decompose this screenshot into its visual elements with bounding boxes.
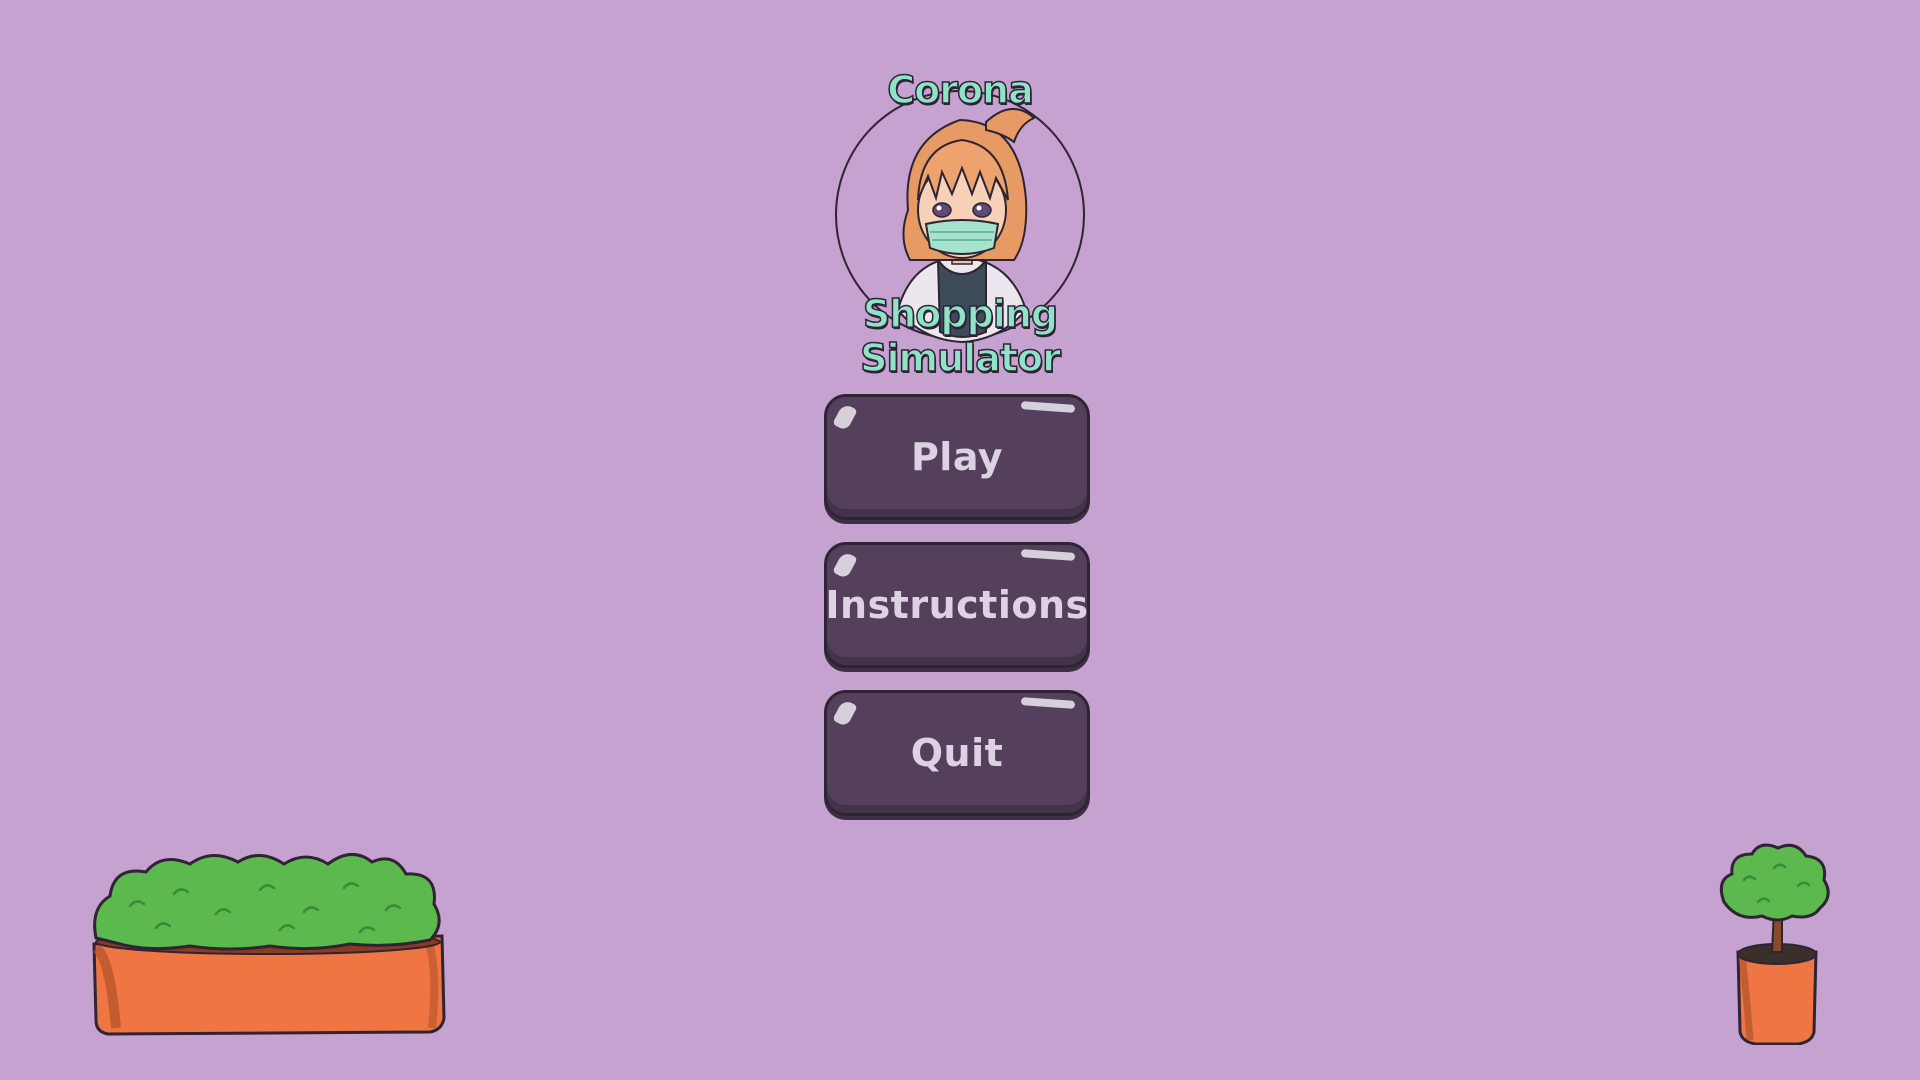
instructions-button[interactable]: Instructions bbox=[824, 542, 1090, 668]
button-shine bbox=[1020, 549, 1076, 561]
button-shine bbox=[1020, 401, 1076, 413]
bush-planter-icon bbox=[90, 848, 450, 1038]
game-title-bottom: Shopping Simulator bbox=[859, 291, 1061, 381]
instructions-button-label: Instructions bbox=[825, 583, 1089, 627]
button-shine bbox=[1020, 697, 1076, 709]
potted-tree-icon bbox=[1716, 840, 1836, 1046]
main-menu-screen: Corona Shopping Simulator Play Instructi… bbox=[0, 0, 1920, 1080]
play-button[interactable]: Play bbox=[824, 394, 1090, 520]
game-logo: Corona Shopping Simulator bbox=[790, 60, 1130, 381]
quit-button-label: Quit bbox=[910, 731, 1004, 775]
game-title-top: Corona bbox=[886, 67, 1034, 113]
play-button-label: Play bbox=[910, 435, 1004, 479]
button-shine bbox=[832, 550, 858, 580]
button-shine bbox=[832, 402, 858, 432]
main-menu: Play Instructions Quit bbox=[824, 394, 1092, 838]
button-shine bbox=[832, 698, 858, 728]
quit-button[interactable]: Quit bbox=[824, 690, 1090, 816]
